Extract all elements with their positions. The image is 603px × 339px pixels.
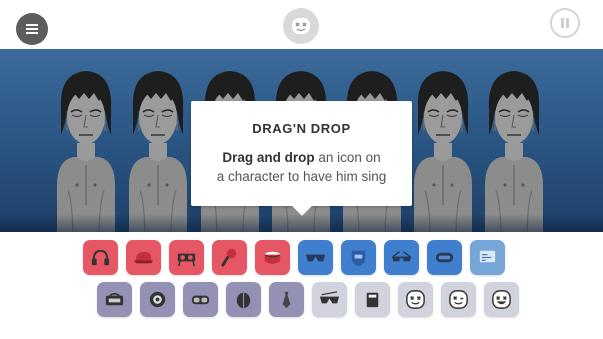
tooltip-bold-text: Drag and drop [222, 150, 315, 165]
tooltip-title: DRAG'N DROP [252, 121, 351, 136]
drag-drop-tooltip: DRAG'N DROP Drag and drop an icon on a ch… [191, 101, 412, 216]
mug-icon[interactable] [355, 282, 390, 317]
speaker-icon[interactable] [140, 282, 175, 317]
icon-palette-row-1 [83, 240, 505, 275]
microphone-icon[interactable] [212, 240, 247, 275]
drum-icon[interactable] [255, 240, 290, 275]
pause-button[interactable] [550, 8, 580, 38]
character-2[interactable] [125, 65, 191, 232]
boombox-icon[interactable] [97, 282, 132, 317]
character-7[interactable] [481, 65, 547, 232]
headphones-icon[interactable] [83, 240, 118, 275]
wave-glasses-icon[interactable] [312, 282, 347, 317]
beetle-icon[interactable] [226, 282, 261, 317]
menu-button[interactable] [16, 13, 48, 45]
goggles-icon[interactable] [183, 282, 218, 317]
3d-glasses-icon[interactable] [384, 240, 419, 275]
tooltip-text-rest: an icon on [314, 150, 381, 165]
marshmello-smile-icon[interactable] [484, 282, 519, 317]
character-6[interactable] [410, 65, 476, 232]
tooltip-text-line2: a character to have him sing [216, 169, 387, 184]
marshmello-logo-icon [283, 8, 319, 44]
marshmello-wink-icon[interactable] [441, 282, 476, 317]
screen-icon[interactable] [470, 240, 505, 275]
cap-icon[interactable] [126, 240, 161, 275]
pause-icon [561, 18, 569, 28]
shield-badge-icon[interactable] [341, 240, 376, 275]
visor-icon[interactable] [427, 240, 462, 275]
icon-palette-row-2 [97, 282, 519, 317]
marshmello-face-icon[interactable] [398, 282, 433, 317]
hamburger-menu-icon [26, 28, 38, 30]
character-1[interactable] [53, 65, 119, 232]
tie-icon[interactable] [269, 282, 304, 317]
sunglasses-icon[interactable] [298, 240, 333, 275]
tooltip-text: Drag and drop an icon on a character to h… [191, 148, 412, 186]
dj-decks-icon[interactable] [169, 240, 204, 275]
